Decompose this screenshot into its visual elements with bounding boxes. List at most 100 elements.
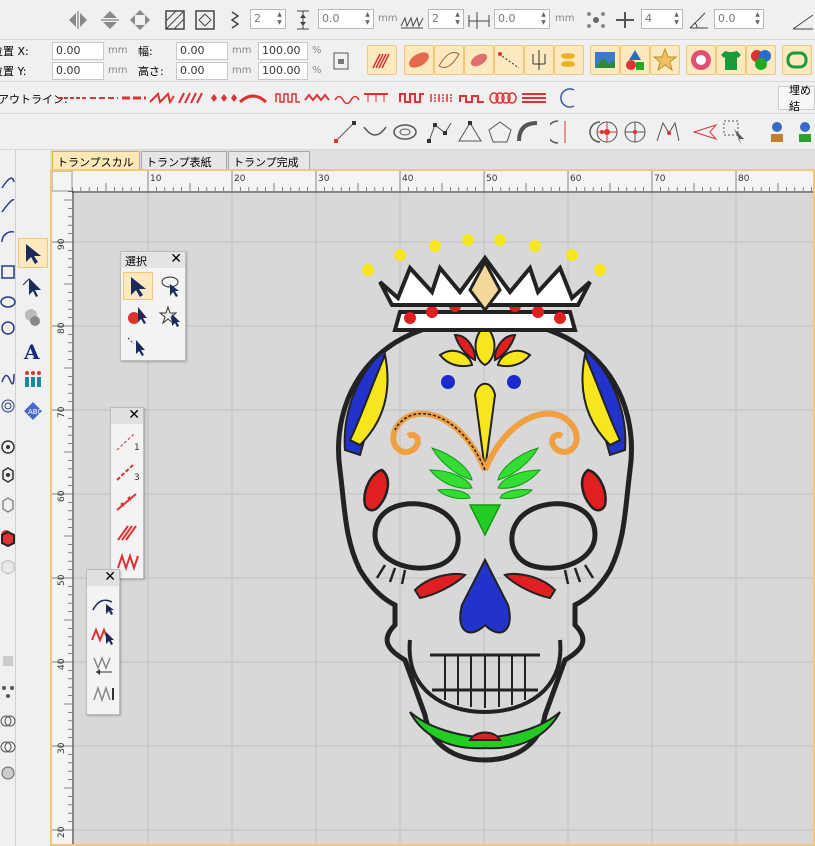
- zigzag-outline-button[interactable]: [89, 620, 119, 648]
- back-outline-button[interactable]: [89, 650, 119, 678]
- outline-arc-button[interactable]: [556, 87, 582, 109]
- flower-motif-button[interactable]: [762, 117, 792, 147]
- hatch-fill-icon[interactable]: [163, 8, 187, 32]
- stitch-count-input[interactable]: 2 ▲ ▼: [428, 9, 464, 29]
- pen-outline-button[interactable]: [89, 590, 119, 618]
- hoop-button[interactable]: [782, 45, 812, 75]
- mirror-both-icon[interactable]: [128, 8, 152, 32]
- hexagon-gray-tool-icon[interactable]: [0, 556, 16, 578]
- path-curve-button[interactable]: [360, 117, 390, 147]
- tshirt-button[interactable]: [716, 45, 746, 75]
- freehand-tool-icon[interactable]: [0, 366, 16, 388]
- points-count-input[interactable]: 4 ▲ ▼: [641, 9, 683, 29]
- spiral-fill-button[interactable]: [620, 117, 650, 147]
- gear-tool-icon[interactable]: [0, 464, 16, 486]
- mirror-vertical-icon[interactable]: [98, 8, 122, 32]
- lasso-select-button[interactable]: [155, 272, 185, 300]
- dots-tool-icon[interactable]: [0, 680, 16, 702]
- polygon-node-button[interactable]: [425, 117, 455, 147]
- vertical-offset-input[interactable]: 0.0 ▲ ▼: [318, 9, 374, 29]
- end-outline-button[interactable]: [89, 680, 119, 708]
- circle-gray-tool-icon[interactable]: [0, 762, 16, 784]
- trident-stitch-button[interactable]: [524, 45, 554, 75]
- mirror-horizontal-icon[interactable]: [66, 8, 90, 32]
- stitch-line-icon[interactable]: [398, 8, 426, 32]
- horizontal-spacing-icon[interactable]: [466, 8, 492, 32]
- height-field[interactable]: 0.00: [176, 62, 228, 80]
- select-panel-close[interactable]: ✕: [170, 251, 182, 267]
- fill-menu-button[interactable]: 埋め結: [778, 84, 815, 113]
- line-tools-titlebar[interactable]: ✕: [111, 407, 143, 424]
- multi-select-button[interactable]: [720, 117, 750, 147]
- team-name-tool-icon[interactable]: [18, 366, 48, 392]
- outline-square-wave-button[interactable]: [398, 90, 426, 106]
- point-select-button[interactable]: [123, 332, 153, 360]
- outline-comb-button[interactable]: [274, 90, 302, 106]
- ring-button[interactable]: [390, 117, 420, 147]
- slant-icon[interactable]: [790, 8, 815, 32]
- pos-x-field[interactable]: 0.00: [52, 42, 104, 60]
- knife-cut-button[interactable]: [546, 117, 580, 147]
- satin-line-button[interactable]: [113, 516, 143, 544]
- zigzag-density-icon[interactable]: [228, 8, 242, 32]
- outline-satin-button[interactable]: [148, 90, 176, 106]
- outline-tools-titlebar[interactable]: ✕: [87, 569, 119, 586]
- node-edit-button[interactable]: [330, 117, 360, 147]
- color-wheel-button[interactable]: [746, 45, 776, 75]
- hexagon-fill-tool-icon[interactable]: [0, 528, 16, 550]
- motif-line-button[interactable]: [113, 488, 143, 516]
- triangle-node-button[interactable]: [455, 117, 485, 147]
- tab-complete[interactable]: トランプ完成✕: [228, 151, 310, 183]
- motif-run-button[interactable]: [494, 45, 524, 75]
- layers-2-tool-icon[interactable]: [0, 736, 16, 758]
- text-tool-icon[interactable]: A: [18, 336, 48, 366]
- arrow-motif-button[interactable]: [690, 117, 720, 147]
- pattern-fill-button[interactable]: [464, 45, 494, 75]
- shapes-button[interactable]: [620, 45, 650, 75]
- gray-shape-tool-icon[interactable]: [0, 650, 16, 672]
- monogram-tool-icon[interactable]: ABC: [18, 396, 48, 426]
- select-arrow-tool[interactable]: [18, 238, 48, 268]
- node-select-tool[interactable]: [18, 272, 48, 302]
- run-line-1-button[interactable]: 1: [113, 428, 143, 456]
- outline-zigzag-button[interactable]: [303, 90, 331, 106]
- tab-cover[interactable]: トランプ表紙✕: [141, 151, 227, 183]
- vertical-spacing-icon[interactable]: [290, 8, 316, 32]
- curve-tube-button[interactable]: [515, 117, 545, 147]
- starfish-motif-button[interactable]: [650, 45, 680, 75]
- scale-width-field[interactable]: 100.00: [258, 42, 308, 60]
- radial-fill-button[interactable]: [592, 117, 622, 147]
- rectangle-tool-icon[interactable]: [0, 260, 16, 282]
- outline-feather-button[interactable]: [238, 90, 268, 106]
- hexagon-tool-icon[interactable]: [0, 494, 16, 516]
- width-field[interactable]: 0.00: [176, 42, 228, 60]
- spiral-tool-icon[interactable]: [0, 394, 16, 416]
- select-arrow-button[interactable]: [123, 272, 153, 300]
- sphere-tool[interactable]: [18, 304, 48, 330]
- angle-input[interactable]: 0.0 ▲ ▼: [714, 9, 764, 29]
- fill-stitch-button[interactable]: [404, 45, 434, 75]
- star-points-icon[interactable]: [583, 8, 609, 32]
- outline-wave-button[interactable]: [333, 90, 361, 106]
- pos-y-field[interactable]: 0.00: [52, 62, 104, 80]
- leaf-stitch-button[interactable]: [434, 45, 464, 75]
- applique-button[interactable]: [686, 45, 716, 75]
- pentagon-node-button[interactable]: [485, 117, 515, 147]
- ellipse-tool-icon[interactable]: [0, 290, 16, 312]
- outline-candlewick-button[interactable]: [428, 90, 456, 106]
- outline-triple-line-button[interactable]: [520, 90, 548, 106]
- outline-chain-button[interactable]: [488, 90, 518, 106]
- fish-motif-button[interactable]: [554, 45, 584, 75]
- run-line-3-button[interactable]: 3: [113, 458, 143, 486]
- picture-stitch-button[interactable]: [590, 45, 620, 75]
- cross-points-icon[interactable]: [612, 8, 638, 32]
- outline-triple-button[interactable]: [120, 90, 148, 106]
- flower-motif-2-button[interactable]: [790, 117, 815, 147]
- outline-diamond-button[interactable]: [207, 90, 237, 106]
- arc-tool-icon[interactable]: [0, 224, 16, 246]
- spacing-input[interactable]: 2 ▲ ▼: [250, 9, 286, 29]
- outline-bean-button[interactable]: [176, 90, 206, 106]
- lock-ratio-icon[interactable]: [330, 48, 352, 74]
- line-tools-close[interactable]: ✕: [128, 407, 140, 423]
- frame-shape-icon[interactable]: [193, 8, 217, 32]
